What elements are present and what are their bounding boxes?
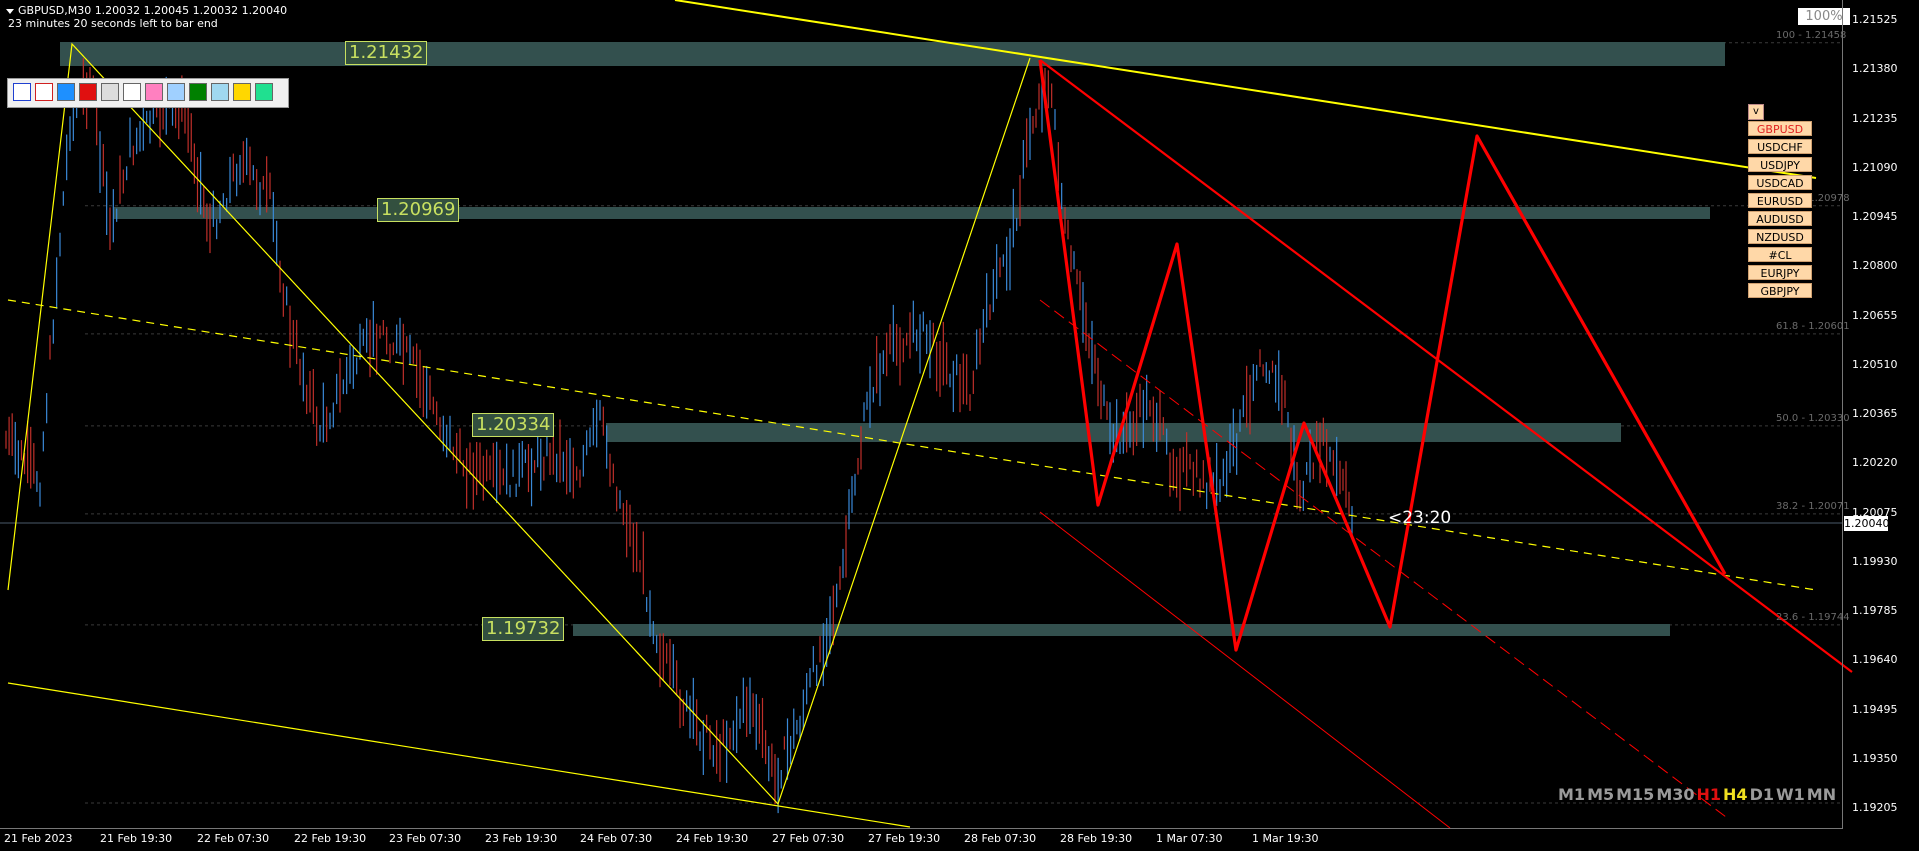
fib-label: 23.6 - 1.19744 [1776,611,1850,623]
level-label: 1.21432 [345,41,428,65]
price-tick: 1.20800 [1852,259,1898,273]
current-price-label: 1.20040 [1844,516,1890,531]
symbol-button-gbpjpy[interactable]: GBPJPY [1748,283,1812,298]
symbol-list-toggle[interactable]: v [1748,104,1764,120]
fib-label: 100 - 1.21458 [1776,29,1847,41]
time-tick: 1 Mar 19:30 [1252,832,1319,845]
fib-gridlines [0,42,1842,804]
timeframe-w1[interactable]: W1 [1776,785,1805,804]
time-tick: 23 Feb 07:30 [389,832,462,845]
price-tick: 1.19930 [1852,554,1898,568]
symbol-header: GBPUSD,M30 1.20032 1.20045 1.20032 1.200… [6,4,287,17]
timeframe-mn[interactable]: MN [1807,785,1836,804]
price-tick: 1.21380 [1852,62,1898,76]
time-tick: 27 Feb 19:30 [868,832,941,845]
color-swatch-button[interactable] [101,83,119,101]
color-swatch-button[interactable] [233,83,251,101]
symbol-button-nzdusd[interactable]: NZDUSD [1748,229,1812,244]
timeframe-m30[interactable]: M30 [1656,785,1694,804]
price-tick: 1.19495 [1852,702,1898,716]
time-tick: 24 Feb 19:30 [676,832,749,845]
symbol-line: GBPUSD,M30 1.20032 1.20045 1.20032 1.200… [18,4,288,17]
timeframe-m5[interactable]: M5 [1587,785,1614,804]
price-tick: 1.20365 [1852,407,1898,420]
color-swatch-button[interactable] [211,83,229,101]
sr-zone [60,42,1725,66]
time-tick: 21 Feb 2023 [4,832,73,845]
time-tick: 28 Feb 19:30 [1060,832,1133,845]
time-tick: 27 Feb 07:30 [772,832,845,845]
color-swatch-button[interactable] [57,83,75,101]
symbol-button-usdchf[interactable]: USDCHF [1748,139,1812,154]
symbol-button-eurjpy[interactable]: EURJPY [1748,265,1812,280]
time-tick: 23 Feb 19:30 [485,832,558,845]
level-label: 1.20969 [377,198,460,222]
chart-canvas[interactable] [0,0,1919,851]
fib-label: 38.2 - 1.20071 [1776,500,1850,512]
sr-zones[interactable] [60,42,1725,636]
color-swatch-button[interactable] [255,83,273,101]
trend-drawings[interactable] [7,0,1853,829]
symbol-button-gbpusd[interactable]: GBPUSD [1748,121,1812,136]
price-tick: 1.20655 [1852,308,1898,322]
price-tick: 1.19785 [1852,604,1898,617]
timeframe-m1[interactable]: M1 [1558,785,1585,804]
fib-label: 61.8 - 1.20601 [1776,320,1850,332]
price-tick: 1.19205 [1852,801,1898,814]
red-trend-line [1039,59,1853,673]
color-swatch-button[interactable] [35,83,53,101]
time-tick: 21 Feb 19:30 [100,832,173,845]
time-tick: 28 Feb 07:30 [964,832,1037,845]
time-tick: 22 Feb 07:30 [197,832,270,845]
symbol-button-usdjpy[interactable]: USDJPY [1748,157,1812,172]
price-tick: 1.20945 [1852,210,1898,223]
timeframe-bar: M1 M5 M15 M30 H1 H4 D1 W1 MN [1558,785,1838,804]
red-parallel-line [1039,511,1451,829]
timeframe-m15[interactable]: M15 [1616,785,1654,804]
timeframe-h4[interactable]: H4 [1723,785,1748,804]
price-tick: 1.20510 [1852,357,1898,371]
color-swatch-button[interactable] [13,83,31,101]
bar-timer: 23 minutes 20 seconds left to bar end [8,17,218,30]
symbol-button-eurusd[interactable]: EURUSD [1748,193,1812,208]
color-swatch-button[interactable] [145,83,163,101]
price-tick: 1.21235 [1852,111,1898,125]
sr-zone [113,207,1710,219]
symbol-button-audusd[interactable]: AUDUSD [1748,211,1812,226]
price-tick: 1.21525 [1852,13,1898,26]
level-label: 1.19732 [482,617,565,641]
time-axis-line [0,828,1843,829]
symbol-list: v GBPUSD USDCHF USDJPY USDCAD EURUSD AUDUSD NZ… [1748,104,1812,301]
symbol-button-cl[interactable]: #CL [1748,247,1812,262]
channel-mid-line [7,299,1817,591]
caret-down-icon[interactable] [6,8,14,14]
time-tick: 1 Mar 07:30 [1156,832,1223,845]
time-tick: 22 Feb 19:30 [294,832,367,845]
level-label: 1.20334 [472,413,555,437]
fib-label: 50.0 - 1.20330 [1776,412,1850,424]
price-tick: 1.19640 [1852,653,1898,667]
color-toolbar [7,78,289,108]
timeframe-h1[interactable]: H1 [1697,785,1722,804]
price-tick: 1.20220 [1852,456,1898,470]
sr-zone [573,624,1670,636]
channel-upper-line [674,0,1817,179]
time-tick: 24 Feb 07:30 [580,832,653,845]
price-tick: 1.19350 [1852,751,1898,765]
symbol-button-usdcad[interactable]: USDCAD [1748,175,1812,190]
color-swatch-button[interactable] [167,83,185,101]
price-tick: 1.21090 [1852,160,1898,174]
countdown-label: <23:20 [1388,508,1452,528]
color-swatch-button[interactable] [79,83,97,101]
color-swatch-button[interactable] [189,83,207,101]
color-swatch-button[interactable] [123,83,141,101]
timeframe-d1[interactable]: D1 [1750,785,1774,804]
